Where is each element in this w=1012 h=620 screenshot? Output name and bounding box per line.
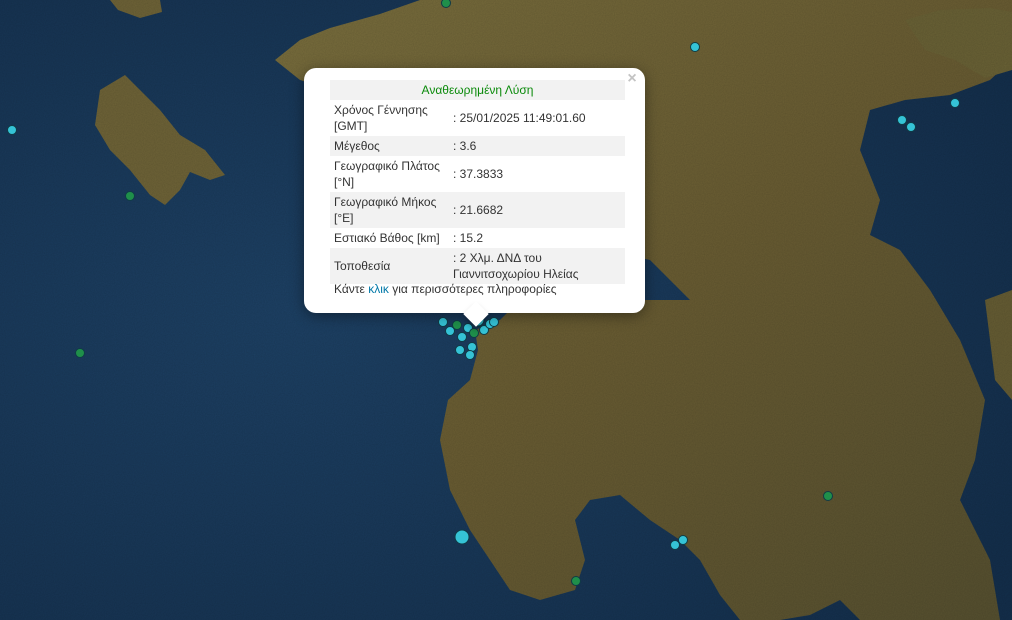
info-label: Χρόνος Γέννησης [GMT] bbox=[334, 103, 428, 133]
event-info-popup: × Αναθεωρημένη Λύση Χρόνος Γέννησης [GMT… bbox=[304, 68, 645, 327]
quake-marker[interactable] bbox=[452, 320, 462, 330]
quake-marker[interactable] bbox=[906, 122, 916, 132]
info-value: : 15.2 bbox=[453, 231, 484, 245]
info-row-magnitude: Μέγεθος : 3.6 bbox=[330, 136, 625, 156]
info-value: : 37.3833 bbox=[453, 167, 504, 181]
more-info-suffix: για περισσότερες πληροφορίες bbox=[388, 282, 557, 296]
quake-marker[interactable] bbox=[670, 540, 680, 550]
info-label: Εστιακό Βάθος [km] bbox=[334, 231, 440, 245]
quake-marker[interactable] bbox=[571, 576, 581, 586]
quake-marker[interactable] bbox=[823, 491, 833, 501]
quake-marker[interactable] bbox=[75, 348, 85, 358]
popup-title: Αναθεωρημένη Λύση bbox=[330, 80, 625, 100]
info-value: : 21.6682 bbox=[449, 192, 625, 228]
quake-marker[interactable] bbox=[897, 115, 907, 125]
popup-title-row: Αναθεωρημένη Λύση bbox=[330, 80, 625, 100]
more-info-link[interactable]: κλικ bbox=[368, 282, 389, 296]
quake-marker[interactable] bbox=[950, 98, 960, 108]
quake-marker[interactable] bbox=[469, 328, 479, 338]
quake-marker[interactable] bbox=[455, 345, 465, 355]
quake-marker[interactable] bbox=[465, 350, 475, 360]
more-info-text: Κάντε κλικ για περισσότερες πληροφορίες bbox=[334, 282, 557, 296]
event-info-table: Αναθεωρημένη Λύση Χρόνος Γέννησης [GMT] … bbox=[330, 80, 625, 284]
quake-marker[interactable] bbox=[438, 317, 448, 327]
quake-marker[interactable] bbox=[457, 332, 467, 342]
info-value: : 2 Χλμ. ΔΝΔ του Γιαννιτσοχωρίου Ηλείας bbox=[449, 248, 625, 284]
quake-marker[interactable] bbox=[489, 317, 499, 327]
info-row-origin-time: Χρόνος Γέννησης [GMT] : 25/01/2025 11:49… bbox=[330, 100, 625, 136]
info-row-latitude: Γεωγραφικό Πλάτος [°N] : 37.3833 bbox=[330, 156, 625, 192]
info-value: : 3.6 bbox=[449, 136, 625, 156]
quake-marker[interactable] bbox=[441, 0, 451, 8]
quake-marker[interactable] bbox=[454, 529, 470, 545]
info-row-location: Τοποθεσία : 2 Χλμ. ΔΝΔ του Γιαννιτσοχωρί… bbox=[330, 248, 625, 284]
quake-marker[interactable] bbox=[125, 191, 135, 201]
more-info-prefix: Κάντε bbox=[334, 282, 369, 296]
quake-marker[interactable] bbox=[690, 42, 700, 52]
info-label: Γεωγραφικό Μήκος [°E] bbox=[330, 192, 449, 228]
info-value: : 25/01/2025 11:49:01.60 bbox=[453, 111, 586, 125]
quake-marker[interactable] bbox=[678, 535, 688, 545]
info-label: Τοποθεσία bbox=[330, 248, 449, 284]
info-row-depth: Εστιακό Βάθος [km] : 15.2 bbox=[330, 228, 625, 248]
info-label: Γεωγραφικό Πλάτος [°N] bbox=[334, 159, 440, 189]
info-row-longitude: Γεωγραφικό Μήκος [°E] : 21.6682 bbox=[330, 192, 625, 228]
close-icon[interactable]: × bbox=[624, 71, 640, 87]
quake-marker[interactable] bbox=[7, 125, 17, 135]
info-label: Μέγεθος bbox=[330, 136, 449, 156]
